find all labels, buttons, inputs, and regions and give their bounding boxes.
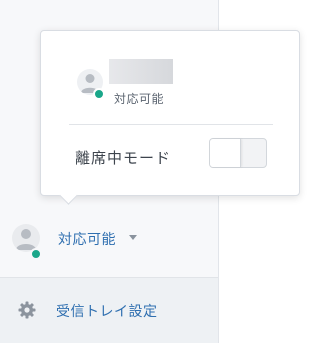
away-mode-label: 離席中モード <box>75 149 172 167</box>
popover-divider <box>69 124 273 125</box>
online-status-dot <box>30 248 42 260</box>
gear-icon <box>18 301 36 319</box>
toggle-knob <box>210 139 241 167</box>
status-label: 対応可能 <box>58 232 116 248</box>
popover-status-label: 対応可能 <box>114 92 165 106</box>
inbox-settings-item[interactable]: 受信トレイ設定 <box>0 278 218 343</box>
caret-down-icon <box>129 235 137 240</box>
user-status-menu-button[interactable]: 対応可能 <box>0 212 218 266</box>
status-popover: 対応可能 離席中モード <box>40 30 300 196</box>
online-status-dot <box>93 88 105 100</box>
inbox-settings-label: 受信トレイ設定 <box>56 304 158 320</box>
away-mode-toggle[interactable] <box>209 138 267 168</box>
redacted-username <box>109 59 173 84</box>
